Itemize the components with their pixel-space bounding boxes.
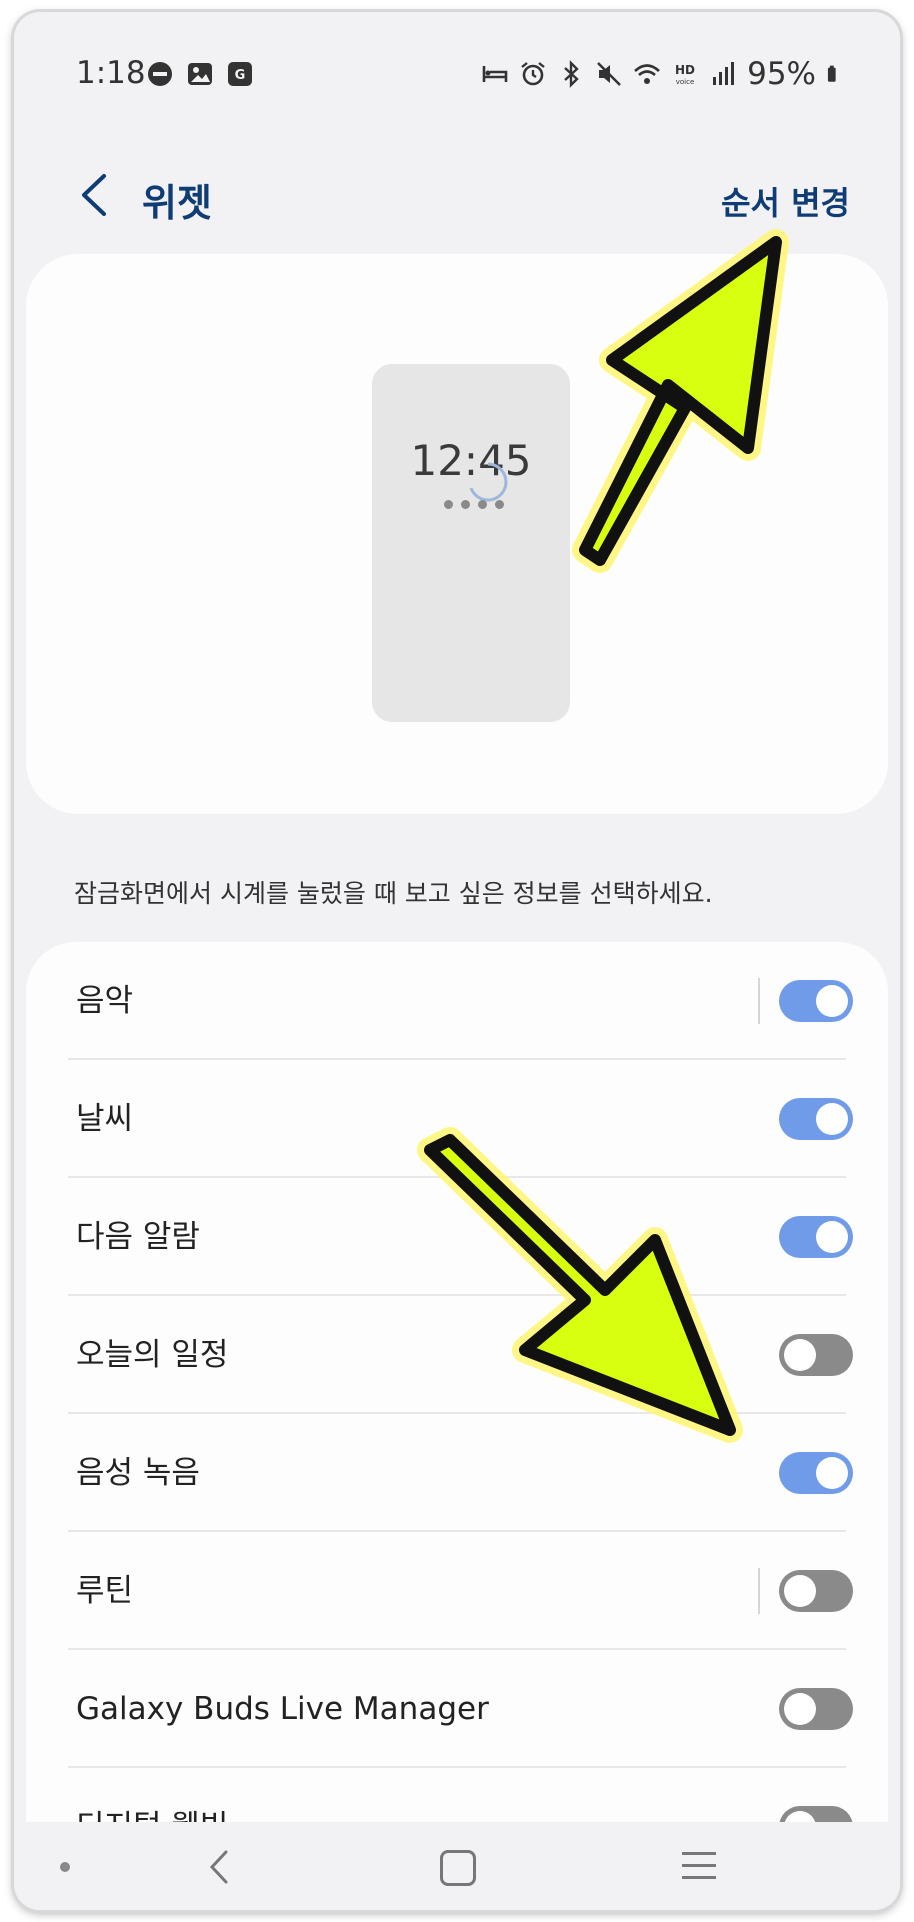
row-divider bbox=[758, 1568, 760, 1614]
page-indicator-dots bbox=[444, 500, 504, 509]
row-divider bbox=[758, 978, 760, 1024]
wifi-icon bbox=[634, 64, 660, 84]
phone-screen: 1:18 G HD voice 95% 위젯 순서 변경 12:45 잠금화면에… bbox=[14, 12, 900, 1910]
lockscreen-preview: 12:45 bbox=[372, 364, 570, 722]
widget-label: 디지털 웰빙 bbox=[76, 1768, 228, 1822]
battery-icon bbox=[827, 65, 836, 82]
mute-icon bbox=[597, 62, 622, 86]
widget-row-today-schedule[interactable]: 오늘의 일정 bbox=[26, 1296, 888, 1414]
widget-row-music[interactable]: 음악 bbox=[26, 942, 888, 1060]
page-title: 위젯 bbox=[142, 181, 212, 225]
nav-recents-icon[interactable] bbox=[682, 1852, 716, 1882]
toggle-digital-wellbeing[interactable] bbox=[779, 1806, 853, 1822]
nav-back-icon[interactable] bbox=[202, 1844, 236, 1890]
widget-preview-card: 12:45 bbox=[26, 254, 888, 814]
toggle-today-schedule[interactable] bbox=[779, 1334, 853, 1376]
status-bar: 1:18 G HD voice 95% bbox=[14, 12, 900, 112]
svg-text:HD: HD bbox=[675, 63, 695, 77]
nav-home-icon[interactable] bbox=[440, 1850, 476, 1886]
svg-text:G: G bbox=[235, 68, 246, 83]
signal-icon bbox=[713, 62, 735, 85]
widget-label: 오늘의 일정 bbox=[76, 1337, 229, 1373]
nav-dot-icon bbox=[60, 1862, 70, 1872]
status-time: 1:18 bbox=[76, 55, 146, 91]
svg-text:voice: voice bbox=[676, 78, 695, 86]
toggle-voice-recorder[interactable] bbox=[779, 1452, 853, 1494]
widget-row-routines[interactable]: 루틴 bbox=[26, 1532, 888, 1650]
widget-row-voice-recorder[interactable]: 음성 녹음 bbox=[26, 1414, 888, 1532]
battery-percent: 95% bbox=[747, 56, 816, 92]
navigation-bar bbox=[14, 1822, 900, 1910]
toggle-buds-manager[interactable] bbox=[779, 1688, 853, 1730]
description-text: 잠금화면에서 시계를 눌렀을 때 보고 싶은 정보를 선택하세요. bbox=[74, 879, 713, 908]
toggle-routines[interactable] bbox=[779, 1570, 853, 1612]
alarm-icon bbox=[521, 62, 545, 86]
widget-list: 음악 날씨 다음 알람 오늘의 일정 음성 녹음 루틴 Galaxy Buds … bbox=[26, 942, 888, 1822]
loading-spinner-icon bbox=[469, 462, 508, 502]
status-left-icons: G bbox=[146, 60, 254, 88]
widget-label: 음악 bbox=[76, 983, 134, 1019]
widget-label: Galaxy Buds Live Manager bbox=[76, 1691, 489, 1727]
widget-row-next-alarm[interactable]: 다음 알람 bbox=[26, 1178, 888, 1296]
dnd-icon bbox=[148, 62, 172, 86]
widget-label: 날씨 bbox=[76, 1101, 134, 1137]
app-badge-icon: G bbox=[228, 62, 252, 86]
widget-row-weather[interactable]: 날씨 bbox=[26, 1060, 888, 1178]
widget-label: 루틴 bbox=[76, 1573, 134, 1609]
widget-label: 다음 알람 bbox=[76, 1219, 200, 1255]
back-arrow-icon[interactable] bbox=[76, 172, 116, 218]
hd-voice-icon: HDvoice bbox=[675, 63, 695, 86]
widget-row-buds-manager[interactable]: Galaxy Buds Live Manager bbox=[26, 1650, 888, 1768]
widget-row-digital-wellbeing[interactable]: 디지털 웰빙 bbox=[26, 1768, 888, 1822]
gallery-icon bbox=[188, 63, 212, 85]
status-right-icons: HD voice 95% bbox=[481, 56, 844, 92]
bluetooth-icon bbox=[564, 60, 579, 88]
toggle-music[interactable] bbox=[779, 980, 853, 1022]
bed-icon bbox=[482, 66, 508, 82]
reorder-button[interactable]: 순서 변경 bbox=[721, 178, 850, 224]
toggle-weather[interactable] bbox=[779, 1098, 853, 1140]
toggle-next-alarm[interactable] bbox=[779, 1216, 853, 1258]
widget-label: 음성 녹음 bbox=[76, 1455, 200, 1491]
